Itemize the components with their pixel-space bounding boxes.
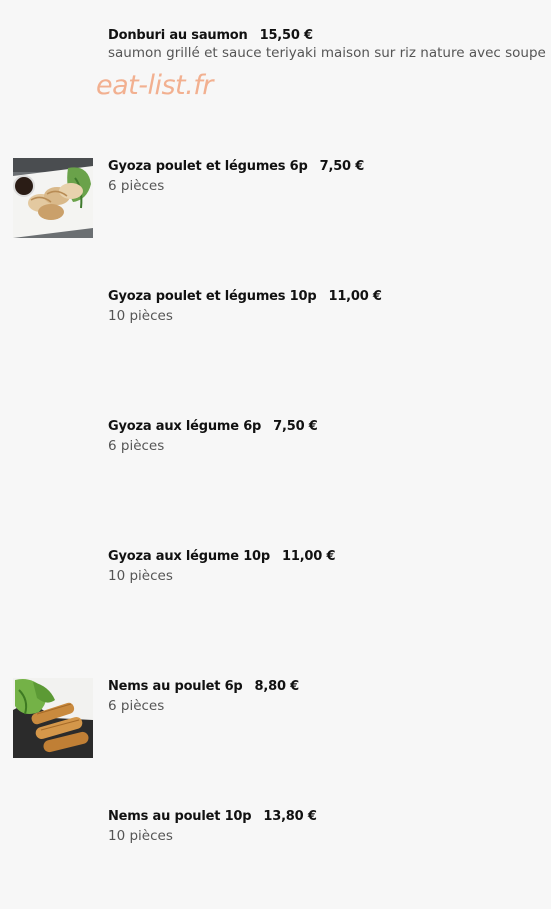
item-name: Gyoza aux légume 10p [108,549,270,564]
menu-item-title-line: Gyoza aux légume 10p 11,00 € [108,549,541,564]
menu-item-text: Gyoza poulet et légumes 6p 7,50 € 6 pièce… [108,159,541,194]
menu-item-text: Donburi au saumon 15,50 € saumon grillé e… [108,28,546,61]
item-price: 11,00 € [282,549,336,564]
menu-item-title-line: Gyoza aux légume 6p 7,50 € [108,419,541,434]
menu-item-title-line: Gyoza poulet et légumes 10p 11,00 € [108,289,541,304]
item-price: 8,80 € [254,679,300,694]
menu-item: Nems au poulet 6p 8,80 € 6 pièces [0,678,551,778]
item-description: 6 pièces [108,698,165,714]
menu-item-title-line: Nems au poulet 6p 8,80 € [108,679,541,694]
menu-item-text: Gyoza aux légume 6p 7,50 € 6 pièces [108,419,541,454]
item-name: Nems au poulet 10p [108,809,252,824]
item-description: saumon grillé et sauce teriyaki maison s… [108,45,546,61]
menu-item: Gyoza poulet et légumes 6p 7,50 € 6 pièce… [0,158,551,258]
nems-photo [13,678,93,758]
menu-item-title-line: Nems au poulet 10p 13,80 € [108,809,541,824]
menu-item: Gyoza aux légume 6p 7,50 € 6 pièces [0,419,551,519]
item-name: Gyoza aux légume 6p [108,419,262,434]
item-price: 11,00 € [328,289,382,304]
item-price: 15,50 € [259,28,313,43]
menu-item-text: Nems au poulet 6p 8,80 € 6 pièces [108,679,541,714]
item-price: 7,50 € [273,419,318,434]
item-description: 10 pièces [108,828,173,844]
item-description: 6 pièces [108,438,165,454]
menu-item: Gyoza poulet et légumes 10p 11,00 € 10 pi… [0,289,551,389]
menu-item: Donburi au saumon 15,50 € saumon grillé e… [0,28,551,128]
menu-item-text: Gyoza aux légume 10p 11,00 € 10 pièces [108,549,541,584]
watermark: eat-list.fr [96,70,213,101]
item-name: Gyoza poulet et légumes 6p [108,159,308,174]
item-price: 13,80 € [263,809,317,824]
menu-item-text: Gyoza poulet et légumes 10p 11,00 € 10 pi… [108,289,541,324]
menu-item-text: Nems au poulet 10p 13,80 € 10 pièces [108,809,541,844]
item-description: 10 pièces [108,568,173,584]
menu-item: Gyoza aux légume 10p 11,00 € 10 pièces [0,549,551,649]
menu-item: Nems au poulet 10p 13,80 € 10 pièces [0,809,551,909]
menu-item-title-line: Gyoza poulet et légumes 6p 7,50 € [108,159,541,174]
item-name: Nems au poulet 6p [108,679,243,694]
item-description: 6 pièces [108,178,165,194]
item-name: Gyoza poulet et légumes 10p [108,289,317,304]
item-name: Donburi au saumon [108,28,248,43]
item-price: 7,50 € [319,159,365,174]
item-description: 10 pièces [108,308,173,324]
menu-item-title-line: Donburi au saumon 15,50 € [108,28,541,43]
gyoza-photo [13,158,93,238]
